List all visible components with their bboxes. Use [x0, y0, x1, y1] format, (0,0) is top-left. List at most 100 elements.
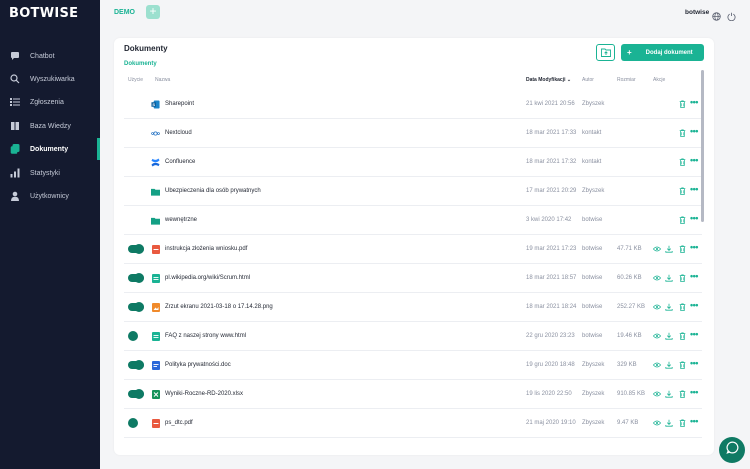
more-options-icon[interactable]: •••: [690, 417, 698, 426]
delete-icon[interactable]: [678, 303, 686, 311]
table-row[interactable]: Ubezpieczenia dla osób prywatnych 17 mar …: [124, 177, 702, 206]
delete-icon[interactable]: [678, 216, 686, 224]
table-scrollbar[interactable]: [701, 70, 704, 222]
active-nav-indicator: [97, 138, 100, 160]
delete-icon[interactable]: [678, 129, 686, 137]
table-row[interactable]: instrukcja złożenia wniosku.pdf 19 mar 20…: [124, 235, 702, 264]
table-row[interactable]: Zrzut ekranu 2021-03-18 o 17.14.28.png 18…: [124, 293, 702, 322]
more-options-icon[interactable]: •••: [690, 127, 698, 136]
delete-icon[interactable]: [678, 274, 686, 282]
more-options-icon[interactable]: •••: [690, 388, 698, 397]
globe-icon[interactable]: [712, 8, 721, 21]
download-icon[interactable]: [665, 390, 673, 398]
table-row[interactable]: ps_dtc.pdf 21 maj 2020 19:10 Zbyszek 9.47 K…: [124, 409, 702, 438]
pdf-file-icon: [151, 245, 160, 254]
document-name[interactable]: Ubezpieczenia dla osób prywatnych: [165, 188, 261, 194]
sidebar-item-documents[interactable]: Dokumenty: [0, 138, 100, 160]
sidebar-item-tickets[interactable]: Zgłoszenia: [0, 91, 100, 113]
preview-icon[interactable]: [653, 332, 661, 340]
sidebar-item-search[interactable]: Wyszukiwarka: [0, 68, 100, 90]
download-icon[interactable]: [665, 245, 673, 253]
preview-icon[interactable]: [653, 361, 661, 369]
preview-icon[interactable]: [653, 245, 661, 253]
table-row[interactable]: Polityka prywatności.doc 19 gru 2020 18:4…: [124, 351, 702, 380]
more-options-icon[interactable]: •••: [690, 98, 698, 107]
confluence-icon: [151, 158, 160, 167]
column-header-size: Rozmiar: [617, 77, 636, 83]
preview-icon[interactable]: [653, 390, 661, 398]
modified-date: 18 mar 2021 17:33: [526, 130, 577, 136]
sidebar-item-chatbot[interactable]: Chatbot: [0, 45, 100, 67]
download-icon[interactable]: [665, 361, 673, 369]
more-options-icon[interactable]: •••: [690, 243, 698, 252]
document-name[interactable]: Confluence: [165, 159, 195, 165]
add-workspace-button[interactable]: +: [146, 5, 160, 19]
workspace-name[interactable]: DEMO: [114, 9, 135, 16]
document-name[interactable]: instrukcja złożenia wniosku.pdf: [165, 246, 247, 252]
table-row[interactable]: wewnętrzne 3 kwi 2020 17:42 botwise •••: [124, 206, 702, 235]
column-header-name: Nazwa: [155, 77, 171, 83]
download-icon[interactable]: [665, 419, 673, 427]
username[interactable]: botwise: [685, 9, 709, 16]
sidebar-item-knowledge-base[interactable]: Baza Wiedzy: [0, 115, 100, 137]
download-icon[interactable]: [665, 303, 673, 311]
delete-icon[interactable]: [678, 245, 686, 253]
preview-icon[interactable]: [653, 303, 661, 311]
usage-toggle[interactable]: [128, 389, 144, 399]
document-name[interactable]: Sharepoint: [165, 101, 194, 107]
table-row[interactable]: FAQ z naszej strony www.html 22 gru 2020 …: [124, 322, 702, 351]
delete-icon[interactable]: [678, 419, 686, 427]
download-icon[interactable]: [665, 332, 673, 340]
column-header-usage: Użycie: [128, 77, 144, 83]
author: botwise: [582, 275, 603, 281]
more-options-icon[interactable]: •••: [690, 272, 698, 281]
table-row[interactable]: S Sharepoint 21 kwi 2021 20:56 Zbyszek •••: [124, 90, 702, 119]
more-options-icon[interactable]: •••: [690, 359, 698, 368]
usage-toggle[interactable]: [128, 244, 144, 254]
more-options-icon[interactable]: •••: [690, 214, 698, 223]
author: botwise: [582, 217, 603, 223]
document-name[interactable]: pl.wikipedia.org/wiki/Scrum.html: [165, 275, 250, 281]
delete-icon[interactable]: [678, 187, 686, 195]
chat-widget-button[interactable]: [719, 437, 745, 463]
usage-toggle[interactable]: [128, 360, 144, 370]
download-icon[interactable]: [665, 274, 673, 282]
table-row[interactable]: Confluence 18 mar 2021 17:32 kontakt •••: [124, 148, 702, 177]
table-row[interactable]: pl.wikipedia.org/wiki/Scrum.html 18 mar 2…: [124, 264, 702, 293]
document-name[interactable]: Nextcloud: [165, 130, 192, 136]
document-name[interactable]: Polityka prywatności.doc: [165, 362, 231, 368]
delete-icon[interactable]: [678, 390, 686, 398]
sidebar-item-statistics[interactable]: Statystyki: [0, 162, 100, 184]
document-name[interactable]: Wyniki-Roczne-RD-2020.xlsx: [165, 391, 243, 397]
table-row[interactable]: Wyniki-Roczne-RD-2020.xlsx 19 lis 2020 22…: [124, 380, 702, 409]
more-options-icon[interactable]: •••: [690, 301, 698, 310]
usage-toggle[interactable]: [128, 302, 144, 312]
preview-icon[interactable]: [653, 419, 661, 427]
modified-date: 21 kwi 2021 20:56: [526, 101, 575, 107]
table-row[interactable]: Nextcloud 18 mar 2021 17:33 kontakt •••: [124, 119, 702, 148]
delete-icon[interactable]: [678, 158, 686, 166]
more-options-icon[interactable]: •••: [690, 156, 698, 165]
add-document-button[interactable]: + Dodaj dokument: [621, 44, 704, 61]
delete-icon[interactable]: [678, 361, 686, 369]
more-options-icon[interactable]: •••: [690, 330, 698, 339]
logout-icon[interactable]: [727, 8, 736, 22]
documents-card: Dokumenty Dokumenty + Dodaj dokument Uży…: [114, 38, 714, 455]
usage-toggle[interactable]: [128, 418, 138, 428]
column-header-modified[interactable]: Data Modyfikacji ⌄: [526, 77, 571, 83]
delete-icon[interactable]: [678, 332, 686, 340]
sidebar-item-users[interactable]: Użytkownicy: [0, 185, 100, 207]
document-name[interactable]: ps_dtc.pdf: [165, 420, 193, 426]
document-name[interactable]: Zrzut ekranu 2021-03-18 o 17.14.28.png: [165, 304, 273, 310]
usage-toggle[interactable]: [128, 331, 138, 341]
document-name[interactable]: wewnętrzne: [165, 217, 197, 223]
delete-icon[interactable]: [678, 100, 686, 108]
author: Zbyszek: [582, 391, 605, 397]
more-options-icon[interactable]: •••: [690, 185, 698, 194]
document-name[interactable]: FAQ z naszej strony www.html: [165, 333, 246, 339]
preview-icon[interactable]: [653, 274, 661, 282]
svg-text:S: S: [152, 102, 155, 107]
breadcrumb[interactable]: Dokumenty: [124, 61, 157, 67]
upload-folder-button[interactable]: [596, 44, 615, 61]
usage-toggle[interactable]: [128, 273, 144, 283]
